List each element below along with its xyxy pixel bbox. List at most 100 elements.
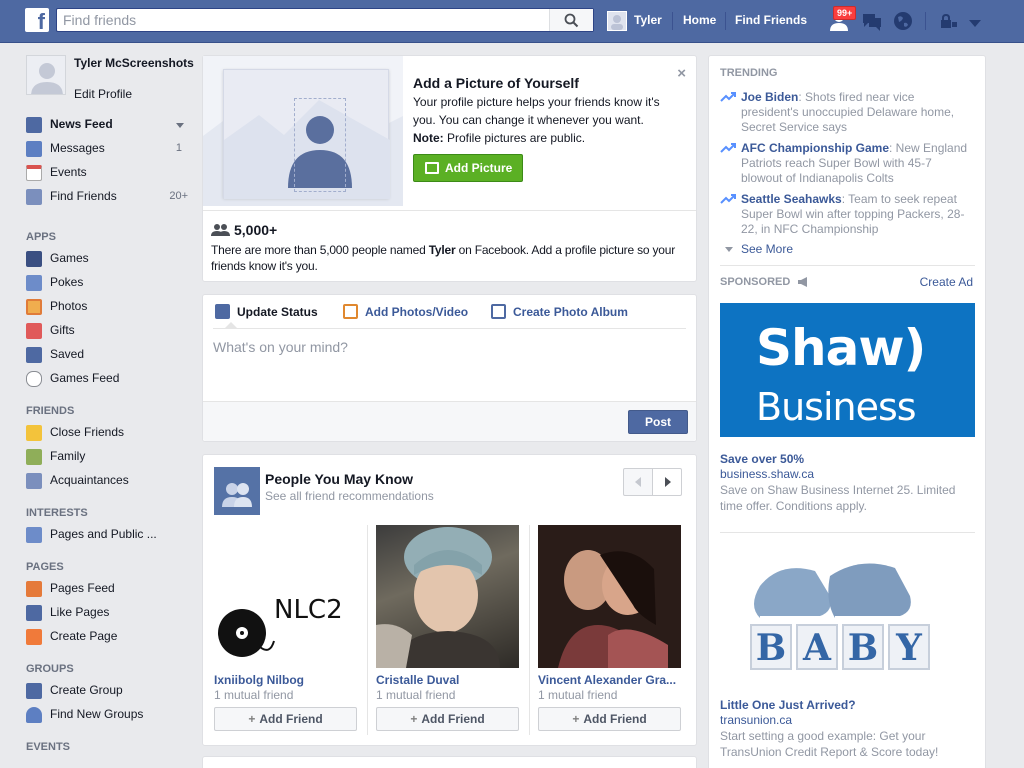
pymk-person: NLC2 Ixniibolg Nilbog 1 mutual friend + A… xyxy=(214,525,357,735)
trending-topic[interactable]: Seattle Seahawks xyxy=(741,192,842,206)
mutual-friends[interactable]: 1 mutual friend xyxy=(538,688,617,702)
person-photo[interactable] xyxy=(376,525,519,668)
sidebar-item-news-feed[interactable]: News Feed xyxy=(26,115,188,135)
privacy-shortcuts[interactable] xyxy=(940,13,958,31)
close-icon[interactable]: × xyxy=(677,65,686,82)
search-button[interactable] xyxy=(549,9,593,31)
ad-url[interactable]: business.shaw.ca xyxy=(720,467,814,481)
note-text: Profile pictures are public. xyxy=(443,131,586,145)
next-button[interactable] xyxy=(652,468,682,496)
person-photo[interactable]: NLC2 xyxy=(214,525,357,668)
sidebar-item-label: Games xyxy=(50,251,89,265)
ad-title[interactable]: Little One Just Arrived? xyxy=(720,698,856,712)
ad-image[interactable]: B A B Y xyxy=(720,546,975,686)
add-friend-button[interactable]: + Add Friend xyxy=(538,707,681,731)
profile-picture[interactable] xyxy=(26,55,66,95)
chevron-down-icon[interactable] xyxy=(176,123,184,128)
sidebar-item-find-friends[interactable]: Find Friends 20+ xyxy=(26,187,188,207)
count-value: 5,000+ xyxy=(234,222,278,238)
trending-arrow-icon xyxy=(720,92,736,102)
add-picture-button[interactable]: Add Picture xyxy=(413,154,523,182)
sidebar-item-label: Photos xyxy=(50,299,88,313)
messages-icon xyxy=(26,141,42,157)
profile-picture-placeholder xyxy=(203,56,403,206)
ad-title[interactable]: Save over 50% xyxy=(720,452,804,466)
sponsored-label: SPONSORED xyxy=(720,276,791,288)
mutual-friends[interactable]: 1 mutual friend xyxy=(376,688,455,702)
divider xyxy=(203,210,696,211)
facebook-logo[interactable]: f xyxy=(25,8,49,32)
sidebar-item-pages-and-public[interactable]: Pages and Public ... xyxy=(26,525,188,545)
status-input[interactable] xyxy=(213,339,683,389)
column-divider xyxy=(367,525,368,735)
sidebar-item-like-pages[interactable]: Like Pages xyxy=(26,603,188,623)
trending-topic[interactable]: Joe Biden xyxy=(741,90,798,104)
person-name[interactable]: Cristalle Duval xyxy=(376,673,519,687)
add-friend-button[interactable]: + Add Friend xyxy=(376,707,519,731)
sidebar-item-games-feed[interactable]: Games Feed xyxy=(26,369,188,389)
person-name[interactable]: Ixniibolg Nilbog xyxy=(214,673,357,687)
trending-topic[interactable]: AFC Championship Game xyxy=(741,141,889,155)
nav-home-link[interactable]: Home xyxy=(683,13,716,27)
search-box xyxy=(56,8,594,32)
messages-jewel[interactable] xyxy=(861,12,883,35)
sidebar-item-games[interactable]: Games xyxy=(26,249,188,269)
section-header-apps[interactable]: APPS xyxy=(26,231,56,243)
ad-logo-text: Business xyxy=(756,385,917,429)
people-count: 5,000+ xyxy=(211,222,277,238)
sidebar-item-messages[interactable]: Messages 1 xyxy=(26,139,188,159)
create-ad-link[interactable]: Create Ad xyxy=(920,275,973,289)
note-text: There are more than 5,000 people named xyxy=(211,243,429,257)
button-label: Add Friend xyxy=(583,712,647,726)
profile-name[interactable]: Tyler McScreenshots xyxy=(74,56,194,70)
star-icon xyxy=(26,425,42,441)
add-picture-title: Add a Picture of Yourself xyxy=(413,75,579,91)
notifications-jewel[interactable] xyxy=(893,11,913,34)
button-label: Add Friend xyxy=(421,712,485,726)
section-header-events[interactable]: EVENTS xyxy=(26,741,70,753)
sidebar-item-create-page[interactable]: Create Page xyxy=(26,627,188,647)
search-input[interactable] xyxy=(57,9,547,31)
nav-avatar[interactable] xyxy=(607,11,627,31)
sidebar-item-family[interactable]: Family xyxy=(26,447,188,467)
add-picture-card: Add a Picture of Yourself Your profile p… xyxy=(202,55,697,282)
section-header-groups[interactable]: GROUPS xyxy=(26,663,74,675)
post-button[interactable]: Post xyxy=(628,410,688,434)
sidebar-item-find-new-groups[interactable]: Find New Groups xyxy=(26,705,188,725)
mutual-friends[interactable]: 1 mutual friend xyxy=(214,688,293,702)
trending-text: Joe Biden: Shots fired near vice preside… xyxy=(741,90,969,135)
sidebar-item-create-group[interactable]: Create Group xyxy=(26,681,188,701)
sponsored-header: SPONSORED xyxy=(720,276,809,288)
ad-url[interactable]: transunion.ca xyxy=(720,713,792,727)
account-menu[interactable] xyxy=(969,17,981,31)
ad-image[interactable]: Shaw) Business xyxy=(720,303,975,437)
sidebar-item-gifts[interactable]: Gifts xyxy=(26,321,188,341)
sidebar-item-photos[interactable]: Photos xyxy=(26,297,188,317)
nav-profile-link[interactable]: Tyler xyxy=(634,13,662,27)
person-name[interactable]: Vincent Alexander Gra... xyxy=(538,673,681,687)
picture-frame[interactable] xyxy=(223,69,390,199)
add-friend-button[interactable]: + Add Friend xyxy=(214,707,357,731)
sidebar-item-label: Find Friends xyxy=(50,189,117,203)
section-header-friends[interactable]: FRIENDS xyxy=(26,405,74,417)
privacy-lock-icon xyxy=(941,13,957,28)
nav-find-friends-link[interactable]: Find Friends xyxy=(735,13,807,27)
edit-profile-link[interactable]: Edit Profile xyxy=(74,87,132,101)
previous-button[interactable] xyxy=(623,468,653,496)
album-icon xyxy=(491,304,506,319)
person-photo[interactable] xyxy=(538,525,681,668)
add-friend-icon: + xyxy=(572,712,580,726)
sidebar-item-close-friends[interactable]: Close Friends xyxy=(26,423,188,443)
trending-text: Seattle Seahawks: Team to seek repeat Su… xyxy=(741,192,969,237)
sidebar-item-pokes[interactable]: Pokes xyxy=(26,273,188,293)
sidebar-item-saved[interactable]: Saved xyxy=(26,345,188,365)
see-more-link[interactable]: See More xyxy=(725,242,793,256)
section-header-pages[interactable]: PAGES xyxy=(26,561,64,573)
section-header-interests[interactable]: INTERESTS xyxy=(26,507,88,519)
sidebar-item-pages-feed[interactable]: Pages Feed xyxy=(26,579,188,599)
trending-arrow-icon xyxy=(720,194,736,204)
sidebar-item-events[interactable]: Events xyxy=(26,163,188,183)
see-all-recommendations-link[interactable]: See all friend recommendations xyxy=(265,489,434,503)
sidebar-item-acquaintances[interactable]: Acquaintances xyxy=(26,471,188,491)
pencil-icon xyxy=(215,304,230,319)
